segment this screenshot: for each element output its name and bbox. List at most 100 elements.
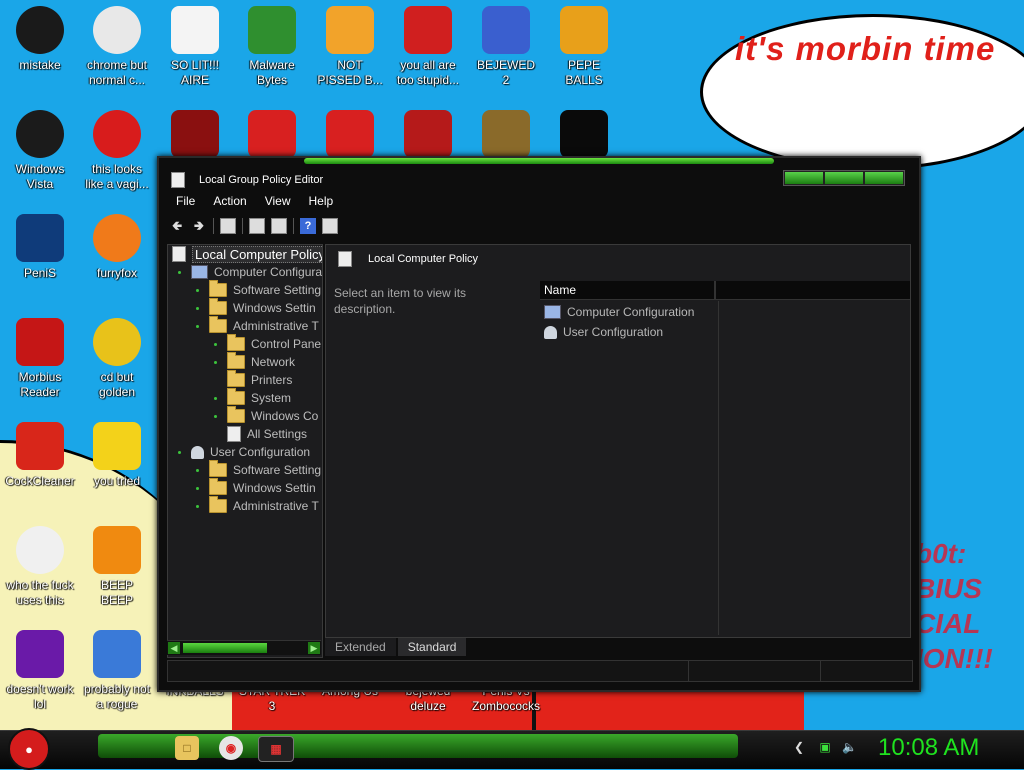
tree-node-label: Network <box>251 355 296 369</box>
status-divider <box>688 661 689 681</box>
tree-node-user-configuration[interactable]: User Configuration <box>178 443 310 461</box>
scrollbar-thumb[interactable] <box>183 643 267 653</box>
forward-arrow-icon[interactable]: 🢂 <box>191 218 207 234</box>
start-button-angry-bird-icon[interactable]: ● <box>8 728 50 770</box>
desktop-icon-angry-bird[interactable] <box>310 110 390 162</box>
list-item-computer-configuration[interactable]: Computer Configuration <box>544 303 694 321</box>
desktop-icon-star[interactable]: you tried <box>77 422 157 489</box>
tree-pane: Local Computer Policy Computer Configura… <box>167 244 323 658</box>
desktop-icon-firefox[interactable]: furryfox <box>77 214 157 281</box>
minimize-button[interactable] <box>785 172 823 184</box>
desktop-icon-flash[interactable] <box>155 110 235 162</box>
expand-dot-icon[interactable] <box>178 270 181 274</box>
expand-dot-icon[interactable] <box>196 324 199 328</box>
filter-icon[interactable] <box>322 218 338 234</box>
desktop-icon-label: mistake <box>19 58 61 72</box>
group-policy-taskbar-icon[interactable]: ▦ <box>258 736 294 762</box>
tree-node-windows-components[interactable]: Windows Co <box>214 406 318 425</box>
tree-horizontal-scrollbar[interactable]: ◀ ▶ <box>167 640 321 655</box>
expand-dot-icon[interactable] <box>196 288 199 292</box>
tree-node-local-computer-policy[interactable]: Local Computer Policy <box>172 245 322 263</box>
tree-node-label: Software Setting <box>233 283 322 297</box>
desktop-icon-mistake[interactable]: mistake <box>0 6 80 73</box>
desktop-icon-opera[interactable]: this looks like a vagi... <box>77 110 157 192</box>
tab-extended[interactable]: Extended <box>325 638 396 656</box>
tray-expand-icon[interactable]: ❮ <box>792 740 806 754</box>
window-titlebar[interactable]: Local Group Policy Editor <box>171 170 323 190</box>
tree-node-network[interactable]: Network <box>214 352 296 371</box>
desktop-icon-pdf-reader[interactable]: Morbius Reader <box>0 318 80 400</box>
desktop-icon-bejeweled[interactable]: BEJEWED 2 <box>466 6 546 88</box>
maximize-button[interactable] <box>825 172 863 184</box>
desktop-icon-recycle-bin[interactable]: Windows Vista <box>0 110 80 192</box>
properties-icon[interactable] <box>249 218 265 234</box>
desktop-icon-money-bag[interactable] <box>466 110 546 162</box>
tree-node-computer-configuration[interactable]: Computer Configura <box>178 263 322 281</box>
desktop-icon-photoshop[interactable]: PeniS <box>0 214 80 281</box>
desktop-icon-cmd[interactable] <box>544 110 624 162</box>
taskbar-clock[interactable]: 10:08 AM <box>878 734 979 762</box>
menu-help[interactable]: Help <box>300 192 343 212</box>
tree-node-all-settings[interactable]: All Settings <box>214 425 307 443</box>
tree-node-control-panel[interactable]: Control Pane <box>214 334 321 353</box>
menu-action[interactable]: Action <box>204 192 255 212</box>
expand-dot-icon[interactable] <box>214 360 217 364</box>
tree-node-administrative-templates[interactable]: Administrative T <box>196 316 319 335</box>
help-icon[interactable]: ? <box>300 218 316 234</box>
window-top-glow <box>304 158 774 164</box>
game-banner-icon <box>404 110 452 158</box>
desktop-icon-pepe[interactable]: PEPE BALLS <box>544 6 624 88</box>
desktop-icon-pig[interactable]: NOT PISSED B... <box>310 6 390 88</box>
menu-file[interactable]: File <box>167 192 204 212</box>
desktop-icon-settings-monitor[interactable]: probably not a rogue <box>77 630 157 712</box>
tab-standard[interactable]: Standard <box>397 638 467 656</box>
expand-dot-icon[interactable] <box>196 468 199 472</box>
scroll-left-arrow-icon[interactable]: ◀ <box>168 642 180 654</box>
desktop-icon-angry-bird[interactable] <box>232 110 312 162</box>
folder-icon <box>227 388 245 405</box>
expand-dot-icon[interactable] <box>196 504 199 508</box>
column-header-name[interactable]: Name <box>540 281 716 299</box>
list-item-user-configuration[interactable]: User Configuration <box>544 323 663 341</box>
expand-dot-icon[interactable] <box>178 450 181 454</box>
desktop-icon-devcpp[interactable]: you all are too stupid... <box>388 6 468 88</box>
expand-dot-icon[interactable] <box>214 396 217 400</box>
desktop-icon-chrome[interactable]: chrome but normal c... <box>77 6 157 88</box>
expand-dot-icon[interactable] <box>214 342 217 346</box>
chrome-taskbar-icon[interactable]: ◉ <box>219 736 243 760</box>
scroll-right-arrow-icon[interactable]: ▶ <box>308 642 320 654</box>
desktop-icon-yahoo[interactable]: doesn't work lol <box>0 630 80 712</box>
folder-icon <box>227 334 245 351</box>
tree-node-windows-settings[interactable]: Windows Settin <box>196 298 316 317</box>
tree-node-system[interactable]: System <box>214 388 291 407</box>
volume-icon[interactable]: 🔈 <box>842 740 857 754</box>
network-icon[interactable]: ▣ <box>818 740 832 754</box>
folder-icon <box>209 460 227 477</box>
menu-view[interactable]: View <box>256 192 300 212</box>
expand-dot-icon[interactable] <box>214 414 217 418</box>
desktop-icon-shield[interactable]: Malware Bytes <box>232 6 312 88</box>
desktop-icon-cd[interactable]: cd but golden <box>77 318 157 400</box>
export-list-icon[interactable] <box>271 218 287 234</box>
desktop-icon-lightning[interactable]: who the fuck uses this <box>0 526 80 608</box>
expand-dot-icon[interactable] <box>196 306 199 310</box>
wallpaper-side-text: b0t: BIUS CIAL ION!!! <box>915 538 993 674</box>
desktop-icon-game-banner[interactable] <box>388 110 468 162</box>
bejeweled-icon <box>482 6 530 54</box>
tree-node-user-administrative-templates[interactable]: Administrative T <box>196 496 319 515</box>
tree-node-user-windows-settings[interactable]: Windows Settin <box>196 478 316 497</box>
tree-node-printers[interactable]: Printers <box>214 370 292 389</box>
star-icon <box>93 422 141 470</box>
close-button[interactable] <box>865 172 903 184</box>
desktop-icon-vlc[interactable]: BEEP BEEP <box>77 526 157 608</box>
back-arrow-icon[interactable]: 🢀 <box>169 218 185 234</box>
cd-icon <box>93 318 141 366</box>
desktop-icon-solitaire[interactable]: SO LIT!!! AIRE <box>155 6 235 88</box>
file-explorer-icon[interactable]: □ <box>175 736 199 760</box>
money-bag-icon <box>482 110 530 158</box>
expand-dot-icon[interactable] <box>196 486 199 490</box>
show-hide-tree-icon[interactable] <box>220 218 236 234</box>
tree-node-user-software-settings[interactable]: Software Setting <box>196 460 321 479</box>
desktop-icon-ccleaner[interactable]: CockCleaner <box>0 422 80 489</box>
tree-node-software-settings[interactable]: Software Setting <box>196 280 322 299</box>
